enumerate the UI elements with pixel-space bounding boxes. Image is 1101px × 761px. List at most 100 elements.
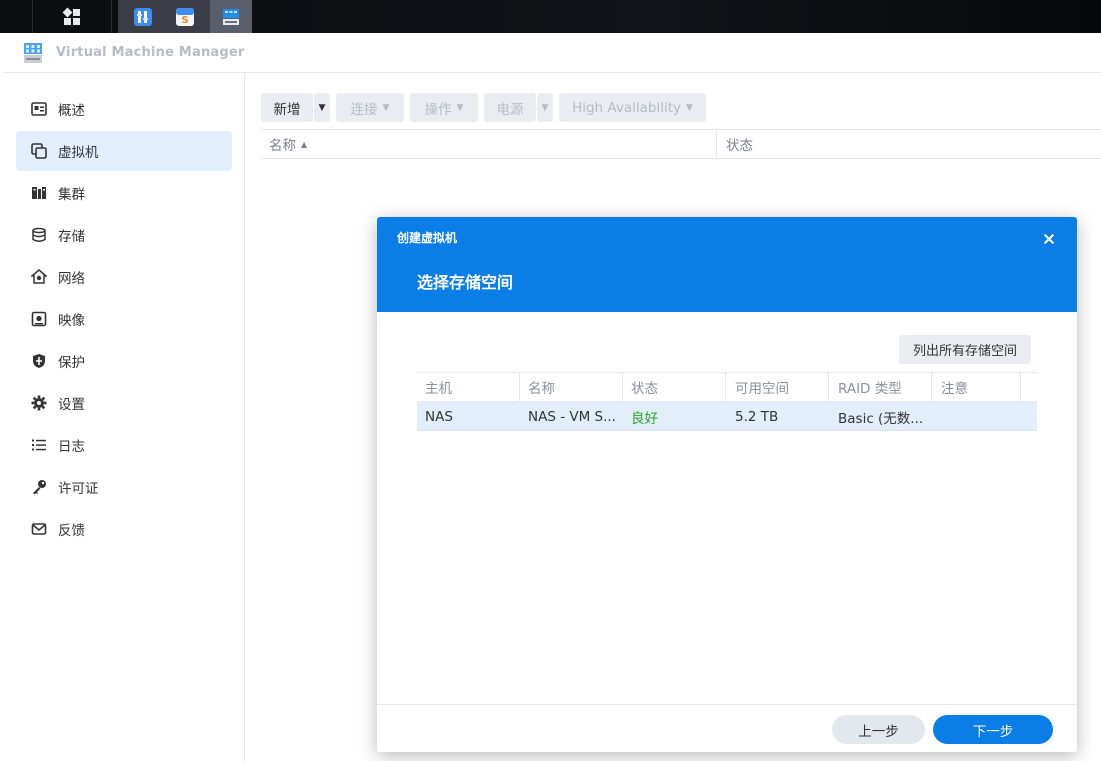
storage-grid-header: 主机 名称 状态 可用空间 RAID 类型 注意 [417, 372, 1037, 402]
sidebar-item-label: 集群 [58, 187, 85, 203]
column-divider[interactable] [828, 373, 829, 401]
chevron-down-icon: ▼ [456, 102, 464, 113]
dialog-header: 创建虚拟机 选择存储空间 [377, 217, 1077, 312]
sidebar-item-label: 网络 [58, 271, 85, 287]
main-menu-button[interactable] [32, 0, 112, 33]
sidebar-item-license[interactable]: 许可证 [16, 467, 232, 507]
key-icon [30, 478, 48, 496]
next-button[interactable]: 下一步 [933, 715, 1053, 744]
vm-list-header: 名称 ▲ 状态 [261, 129, 1101, 159]
create-vm-dialog: 创建虚拟机 选择存储空间 列出所有存储空间 主机 名称 状态 可用空间 RAID… [377, 217, 1077, 752]
column-header-status[interactable]: 状态 [631, 373, 658, 401]
package-center-icon: S [176, 7, 194, 26]
window-header: Virtual Machine Manager [4, 33, 1101, 73]
overview-icon [30, 100, 48, 118]
sidebar-item-label: 概述 [58, 103, 85, 119]
gear-icon [30, 394, 48, 412]
cell-host: NAS [425, 408, 453, 425]
chevron-down-icon: ▼ [318, 102, 326, 113]
log-icon [30, 436, 48, 454]
taskbar: S [0, 0, 1101, 33]
network-icon [30, 268, 48, 286]
shield-icon [30, 352, 48, 370]
virtual-machine-manager-taskbar-button[interactable] [210, 0, 252, 33]
column-divider[interactable] [622, 373, 623, 401]
mail-icon [30, 520, 48, 538]
high-availability-button[interactable]: High Availability ▼ [559, 93, 706, 122]
cell-name: NAS - VM S... [528, 408, 616, 425]
action-button-label: 操作 [424, 101, 452, 118]
create-button[interactable]: 新增 [261, 93, 313, 122]
cell-free-space: 5.2 TB [735, 408, 779, 425]
chevron-down-icon: ▼ [382, 102, 390, 113]
storage-grid: 主机 名称 状态 可用空间 RAID 类型 注意 NAS NAS - VM S.… [417, 372, 1037, 431]
sidebar-item-settings[interactable]: 设置 [16, 383, 232, 423]
window-title: Virtual Machine Manager [56, 45, 245, 60]
svg-text:S: S [181, 15, 188, 26]
sidebar-item-storage[interactable]: 存储 [16, 215, 232, 255]
create-button-label: 新增 [273, 101, 301, 118]
power-button-label: 电源 [496, 101, 524, 118]
dialog-footer: 上一步 下一步 [377, 704, 1077, 752]
image-icon [30, 310, 48, 328]
sidebar-item-label: 反馈 [58, 523, 85, 539]
column-divider[interactable] [519, 373, 520, 401]
sidebar: 概述 虚拟机 集群 存储 网络 映像 保护 设置 日志 许可证 反馈 [4, 73, 245, 761]
control-panel-taskbar-button[interactable] [124, 0, 162, 33]
column-header-status[interactable]: 状态 [726, 130, 753, 158]
connect-button[interactable]: 连接 ▼ [336, 93, 404, 122]
column-header-host[interactable]: 主机 [425, 373, 452, 401]
sidebar-item-label: 设置 [58, 397, 85, 413]
column-divider[interactable] [725, 373, 726, 401]
sidebar-item-label: 日志 [58, 439, 85, 455]
high-availability-button-label: High Availability [572, 99, 681, 116]
sidebar-item-overview[interactable]: 概述 [16, 89, 232, 129]
sidebar-item-label: 存储 [58, 229, 85, 245]
cell-raid-type: Basic (无数... [838, 410, 924, 427]
column-header-raid-type[interactable]: RAID 类型 [838, 373, 902, 401]
cluster-icon [30, 184, 48, 202]
cell-note [941, 402, 1019, 431]
connect-button-label: 连接 [350, 101, 378, 118]
chevron-down-icon: ▼ [685, 102, 693, 113]
sidebar-item-label: 许可证 [58, 481, 99, 497]
column-header-note[interactable]: 注意 [941, 373, 968, 401]
sidebar-item-image[interactable]: 映像 [16, 299, 232, 339]
table-row[interactable]: NAS NAS - VM S... 良好 5.2 TB Basic (无数... [417, 402, 1037, 431]
virtual-machine-manager-icon [223, 8, 239, 25]
sidebar-item-label: 保护 [58, 355, 85, 371]
list-all-storage-button[interactable]: 列出所有存储空间 [899, 335, 1031, 364]
sidebar-item-network[interactable]: 网络 [16, 257, 232, 297]
storage-icon [30, 226, 48, 244]
main-menu-icon [62, 7, 80, 25]
previous-button[interactable]: 上一步 [832, 715, 925, 744]
control-panel-icon [134, 7, 152, 26]
action-button[interactable]: 操作 ▼ [410, 93, 478, 122]
chevron-down-icon: ▼ [541, 102, 549, 113]
sidebar-item-label: 虚拟机 [58, 145, 99, 161]
sidebar-item-protection[interactable]: 保护 [16, 341, 232, 381]
close-icon [1043, 233, 1055, 245]
column-header-free-space[interactable]: 可用空间 [735, 373, 789, 401]
package-center-taskbar-button[interactable]: S [166, 0, 204, 33]
app-logo-icon [24, 42, 42, 63]
column-divider[interactable] [716, 130, 717, 158]
sidebar-item-virtual-machine[interactable]: 虚拟机 [16, 131, 232, 171]
sidebar-item-cluster[interactable]: 集群 [16, 173, 232, 213]
sidebar-item-log[interactable]: 日志 [16, 425, 232, 465]
dialog-caption: 创建虚拟机 [397, 231, 458, 245]
power-button[interactable]: 电源 [484, 93, 536, 122]
column-divider[interactable] [1020, 373, 1021, 401]
sidebar-item-label: 映像 [58, 313, 85, 329]
power-dropdown-button[interactable]: ▼ [537, 93, 553, 122]
virtual-machine-icon [30, 142, 48, 160]
column-header-name[interactable]: 名称 [528, 373, 555, 401]
create-dropdown-button[interactable]: ▼ [314, 93, 330, 122]
sidebar-item-feedback[interactable]: 反馈 [16, 509, 232, 549]
column-divider[interactable] [931, 373, 932, 401]
sort-ascending-icon: ▲ [301, 139, 308, 149]
column-header-name[interactable]: 名称 ▲ [269, 130, 307, 158]
dialog-heading: 选择存储空间 [417, 273, 514, 292]
close-button[interactable] [1037, 227, 1061, 251]
cell-status: 良好 [631, 410, 658, 427]
